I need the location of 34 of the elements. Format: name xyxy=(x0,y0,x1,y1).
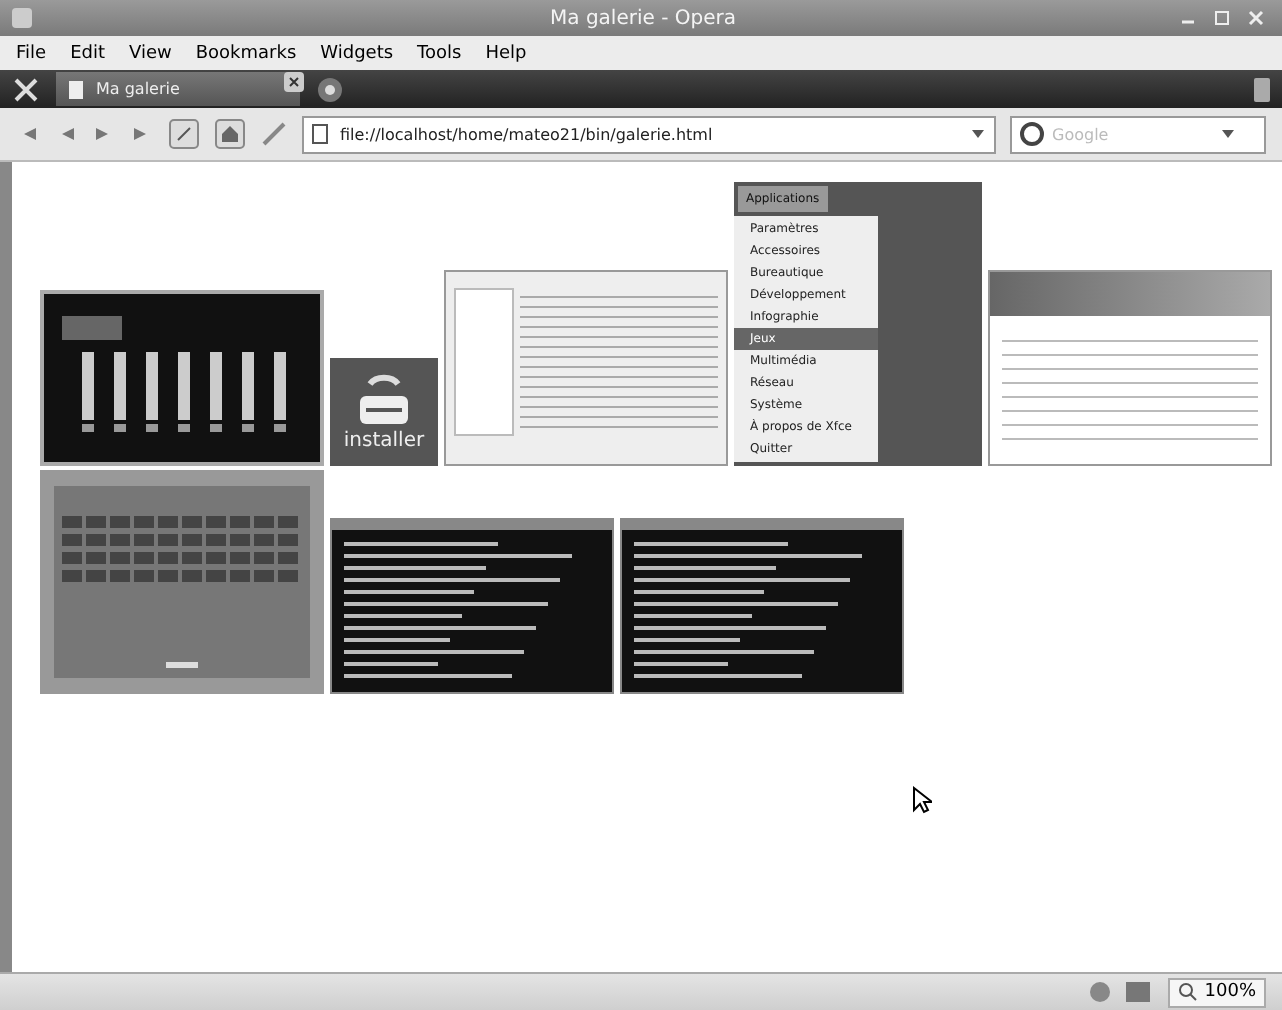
new-tab-icon[interactable] xyxy=(316,75,344,103)
address-field[interactable]: file://localhost/home/mateo21/bin/galerie.html xyxy=(302,115,996,153)
tools-icon[interactable] xyxy=(12,75,40,103)
close-tab-icon[interactable] xyxy=(284,71,304,91)
app-icon xyxy=(12,8,32,28)
mouse-cursor-icon xyxy=(912,786,932,814)
window-title: Ma galerie - Opera xyxy=(550,7,736,29)
drive-icon xyxy=(354,372,414,428)
terminal-thumbnail[interactable] xyxy=(620,518,904,694)
close-icon xyxy=(1248,10,1264,26)
dropdown-icon[interactable] xyxy=(970,128,986,140)
terminal-thumbnail[interactable] xyxy=(330,518,614,694)
menu-item[interactable]: Tools xyxy=(417,43,462,63)
home-icon[interactable] xyxy=(214,118,246,150)
settings-dialog-thumbnail[interactable] xyxy=(444,270,728,466)
menu-item[interactable]: Help xyxy=(485,43,527,63)
maximize-icon xyxy=(1214,10,1230,26)
page-icon xyxy=(312,124,328,144)
page-icon xyxy=(68,79,84,99)
mixer-screenshot-thumbnail[interactable] xyxy=(40,290,324,466)
menu-item[interactable]: Widgets xyxy=(320,43,394,63)
magnifier-icon xyxy=(1178,982,1199,1002)
game-thumbnail[interactable] xyxy=(40,470,324,694)
menu-item[interactable]: Edit xyxy=(70,43,105,63)
search-field[interactable]: Google xyxy=(1010,115,1266,153)
search-engine-icon xyxy=(1020,122,1044,146)
dropdown-icon[interactable] xyxy=(1220,128,1236,140)
installer-thumbnail[interactable]: installer xyxy=(330,358,438,466)
menu-item[interactable]: View xyxy=(129,43,172,63)
menu-item[interactable]: File xyxy=(16,43,47,63)
menu-item[interactable]: Bookmarks xyxy=(195,43,297,63)
browser-tab[interactable]: Ma galerie xyxy=(56,72,300,106)
web-page-thumbnail[interactable] xyxy=(988,270,1272,466)
zoom-control[interactable]: 100% xyxy=(1168,977,1266,1007)
